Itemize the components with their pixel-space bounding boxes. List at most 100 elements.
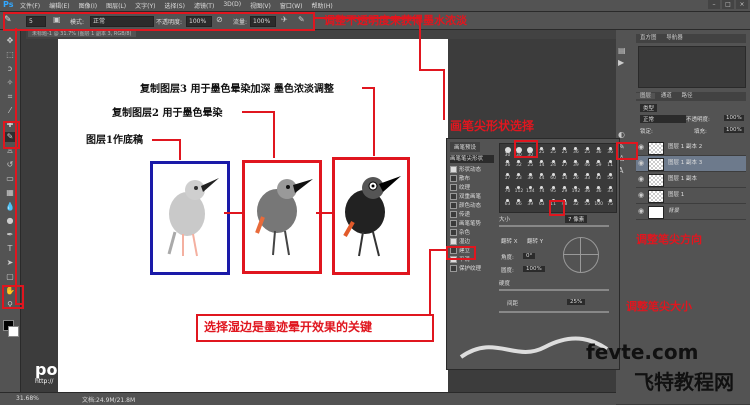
eye-icon[interactable]: ◉: [638, 204, 644, 219]
brush-tip-preset[interactable]: 29: [559, 185, 570, 196]
brush-tip-preset[interactable]: 24: [548, 159, 559, 170]
layer-row[interactable]: ◉ 图层 1 副本: [636, 172, 746, 188]
brush-tip-preset[interactable]: 192: [570, 185, 581, 196]
brush-tip-preset[interactable]: 33: [582, 172, 593, 183]
layer-row[interactable]: ◉ 图层 1 副本 2: [636, 140, 746, 156]
brush-tip-preset[interactable]: 63: [536, 198, 547, 209]
layer-row-selected[interactable]: ◉ 图层 1 副本 3: [636, 156, 746, 172]
brush-tip-preset[interactable]: 33: [605, 185, 616, 196]
brush-angle-dial[interactable]: [563, 237, 599, 273]
eye-icon[interactable]: ◉: [638, 156, 644, 171]
brush-tip-preset[interactable]: 23: [513, 172, 524, 183]
brush-tip-preset[interactable]: 134: [525, 185, 536, 196]
brush-option-checkbox[interactable]: [450, 220, 457, 227]
brush-option-checkbox[interactable]: [450, 184, 457, 191]
brush-tip-preset[interactable]: 95: [548, 185, 559, 196]
brush-tip-preset[interactable]: 36: [570, 146, 581, 157]
tab-channels[interactable]: 通道: [657, 93, 676, 99]
hardness-slider[interactable]: [499, 289, 609, 291]
brush-tip-preset[interactable]: 55: [605, 172, 616, 183]
brush-tip-preset[interactable]: 25: [559, 146, 570, 157]
brush-option-checkbox[interactable]: [450, 229, 457, 236]
brush-tip-preset[interactable]: 30: [502, 146, 513, 158]
brush-tip-preset[interactable]: 36: [502, 159, 513, 170]
brush-option-item[interactable]: 纹理: [450, 184, 494, 192]
brush-tip-preset[interactable]: 27: [559, 159, 570, 170]
layer-opacity-value[interactable]: 100%: [724, 115, 744, 121]
eye-icon[interactable]: ◉: [638, 172, 644, 187]
brush-tip-preset[interactable]: 14: [536, 159, 547, 170]
brush-tip-preset[interactable]: 36: [593, 185, 604, 196]
brush-tip-preset[interactable]: 32: [570, 198, 581, 209]
brush-tip-preset[interactable]: 44: [536, 172, 547, 183]
brush-tip-preset[interactable]: 36: [582, 185, 593, 196]
tab-layers[interactable]: 图层: [636, 93, 656, 99]
flip-y-checkbox[interactable]: 翻转 Y: [527, 237, 543, 245]
brush-option-item[interactable]: 保护纹理: [450, 265, 494, 273]
brush-tip-preset[interactable]: 39: [570, 159, 581, 170]
brush-tip-preset[interactable]: 100: [593, 198, 604, 209]
brush-tip-preset[interactable]: 63: [502, 198, 513, 209]
brush-option-item[interactable]: 双重画笔: [450, 193, 494, 201]
brush-option-checkbox[interactable]: [450, 202, 457, 209]
brush-tip-shape-item[interactable]: 画笔笔尖形状: [450, 155, 494, 163]
brush-tip-preset[interactable]: 74: [536, 185, 547, 196]
brush-option-item[interactable]: 散布: [450, 175, 494, 183]
size-value[interactable]: 7 像素: [565, 215, 588, 223]
brush-tip-preset[interactable]: 17: [502, 172, 513, 183]
brush-tip-preset[interactable]: 46: [582, 159, 593, 170]
brush-option-checkbox[interactable]: [450, 193, 457, 200]
brush-presets-button[interactable]: 画笔预设: [450, 142, 481, 152]
brush-tip-preset[interactable]: 60: [548, 172, 559, 183]
brush-tip-preset[interactable]: 14: [559, 172, 570, 183]
brush-tip-preset[interactable]: 59: [593, 159, 604, 170]
brush-tip-preset[interactable]: 25: [582, 146, 593, 157]
brush-tip-preset[interactable]: 112: [513, 185, 524, 196]
layer-row[interactable]: ◉ 背景: [636, 204, 746, 220]
tab-navigator[interactable]: 导航器: [662, 35, 687, 41]
blend-mode-select[interactable]: 正常: [640, 115, 686, 123]
brush-option-checkbox[interactable]: [450, 175, 457, 182]
brush-tip-preset[interactable]: 75: [605, 198, 616, 209]
brush-tip-preset[interactable]: 36: [605, 146, 616, 157]
flip-x-checkbox[interactable]: 翻转 X: [501, 237, 518, 245]
brush-tip-preset[interactable]: 39: [525, 198, 536, 209]
eye-icon[interactable]: ◉: [638, 140, 644, 155]
angle-value[interactable]: 0°: [523, 253, 536, 259]
tab-histogram[interactable]: 直方图: [636, 35, 661, 41]
brush-option-checkbox[interactable]: [450, 238, 457, 245]
brush-option-item[interactable]: 杂色: [450, 229, 494, 237]
brush-option-item[interactable]: 湿边: [450, 238, 494, 246]
brush-option-item[interactable]: 形状动态: [450, 166, 494, 174]
fill-value[interactable]: 100%: [724, 127, 744, 133]
brush-tip-preset[interactable]: 11: [605, 159, 616, 170]
brush-tip-preset[interactable]: 70: [502, 185, 513, 196]
roundness-value[interactable]: 100%: [523, 266, 545, 272]
brush-option-item[interactable]: 颜色动态: [450, 202, 494, 210]
brush-option-item[interactable]: 画笔笔势: [450, 220, 494, 228]
brush-tip-preset[interactable]: 25: [548, 146, 559, 157]
brush-tip-preset[interactable]: 32: [513, 159, 524, 170]
adjustments-icon[interactable]: ◐: [618, 130, 632, 142]
brush-tip-preset[interactable]: 25: [525, 159, 536, 170]
brush-tip-preset[interactable]: 36: [593, 146, 604, 157]
size-slider[interactable]: [499, 225, 609, 227]
spacing-slider[interactable]: [499, 311, 609, 313]
brush-tip-preset[interactable]: 66: [513, 198, 524, 209]
brush-tip-preset[interactable]: 55: [582, 198, 593, 209]
brush-tip-preset[interactable]: 42: [593, 172, 604, 183]
brush-tip-preset[interactable]: 26: [570, 172, 581, 183]
layer-row[interactable]: ◉ 图层 1: [636, 188, 746, 204]
brush-option-checkbox[interactable]: [450, 166, 457, 173]
actions-icon[interactable]: ▶: [618, 58, 632, 70]
brush-option-checkbox[interactable]: [450, 265, 457, 272]
tab-paths[interactable]: 路径: [678, 93, 697, 99]
brush-option-checkbox[interactable]: [450, 211, 457, 218]
eye-icon[interactable]: ◉: [638, 188, 644, 203]
brush-tip-preset[interactable]: 36: [525, 172, 536, 183]
brush-option-item[interactable]: 传递: [450, 211, 494, 219]
history-icon[interactable]: ▤: [618, 46, 632, 58]
spacing-value[interactable]: 25%: [567, 299, 586, 305]
zoom-level[interactable]: 31.68%: [16, 395, 39, 402]
layer-kind-filter[interactable]: 类型: [640, 104, 658, 112]
